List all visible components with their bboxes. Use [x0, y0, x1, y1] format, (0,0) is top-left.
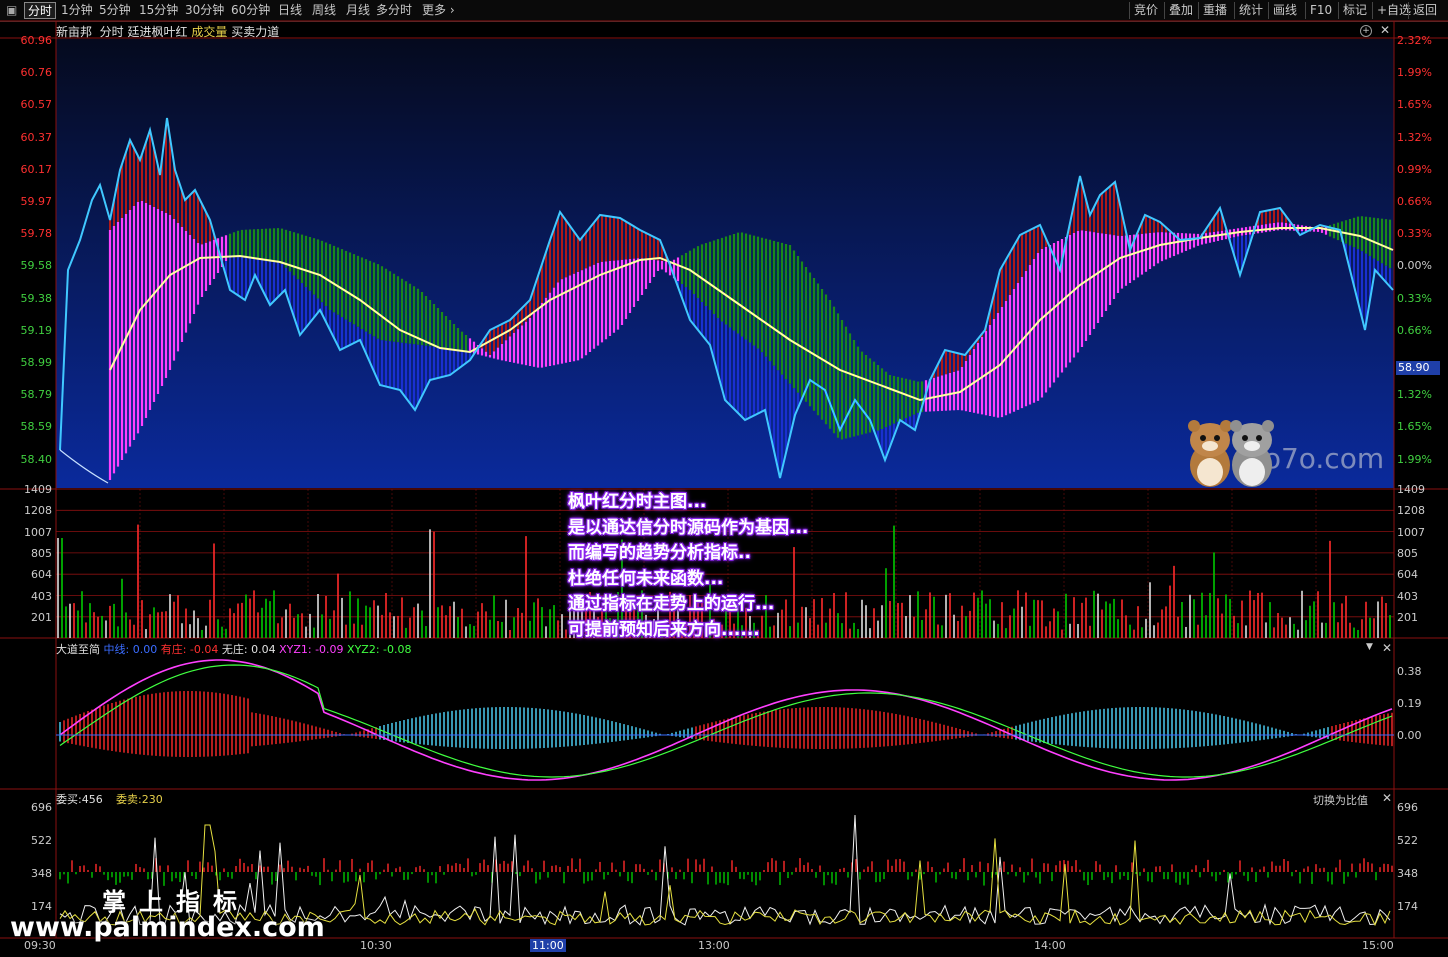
- volume-label: 1208: [24, 504, 52, 518]
- annotation-line: 通过指标在走势上的运行...: [568, 594, 775, 614]
- price-label: 60.17: [20, 162, 53, 176]
- order-axis-label: 696: [31, 801, 52, 814]
- percent-label: 2.32%: [1397, 34, 1432, 47]
- price-label: 59.97: [20, 195, 53, 208]
- current-price-tag: 58.90: [1396, 361, 1440, 375]
- order-axis-label: 348: [31, 867, 52, 880]
- indicator-axis-label: 0.19: [1397, 697, 1422, 710]
- watermark-url: www.palmindex.com: [10, 912, 325, 943]
- price-label: 58.99: [20, 356, 53, 369]
- price-label: 58.59: [20, 420, 53, 434]
- price-label: 58.40: [20, 452, 53, 466]
- indicator-item-value: -0.04: [189, 643, 222, 656]
- percent-label: 1.99%: [1397, 452, 1432, 466]
- volume-label-right: 1409: [1397, 483, 1425, 496]
- volume-label: 1409: [24, 483, 52, 496]
- indicator-name: 大道至简: [56, 643, 104, 656]
- volume-label-right: 1208: [1397, 504, 1425, 518]
- indicator-item-label: 中线:: [103, 643, 133, 656]
- switch-ratio-button[interactable]: 切换为比值: [1313, 792, 1368, 808]
- indicator-item-label: 有庄:: [160, 643, 190, 656]
- chart-canvas: [0, 20, 1448, 939]
- annotation-line: 枫叶红分时主图...: [568, 492, 707, 512]
- time-label: 13:00: [698, 939, 730, 952]
- sell-line: [59, 824, 1391, 927]
- percent-label: 1.32%: [1397, 130, 1432, 144]
- indicator-panel-header: 大道至简 中线: 0.00 有庄: -0.04 无庄: 0.04 XYZ1: -…: [56, 641, 412, 657]
- percent-label: 0.66%: [1397, 323, 1432, 337]
- price-label: 60.57: [20, 98, 53, 112]
- order-axis-label-right: 174: [1397, 900, 1418, 913]
- percent-label: 1.32%: [1397, 388, 1432, 402]
- volume-label: 403: [31, 589, 52, 603]
- annotation-text: 枫叶红分时主图... 是以通达信分时源码作为基因... 而编写的趋势分析指标.. 杜绝…: [568, 490, 808, 643]
- dropdown-icon[interactable]: ▼: [1366, 642, 1373, 652]
- price-label: 59.78: [20, 227, 53, 241]
- volume-label: 805: [31, 546, 52, 560]
- order-axis-label: 522: [31, 834, 52, 847]
- volume-label: 201: [31, 610, 52, 624]
- percent-label: 0.33%: [1397, 227, 1432, 241]
- buy-label: 委买:456: [56, 793, 103, 806]
- volume-label-right: 604: [1397, 568, 1418, 582]
- price-label: 60.37: [20, 130, 53, 144]
- annotation-line: 是以通达信分时源码作为基因...: [568, 517, 809, 538]
- indicator-item-label: 无庄:: [221, 643, 252, 656]
- percent-label: 1.99%: [1397, 66, 1432, 80]
- volume-label-right: 201: [1397, 610, 1418, 624]
- indicator-item-value: -0.09: [315, 643, 348, 656]
- volume-label-right: 403: [1397, 589, 1418, 603]
- percent-label: 0.00%: [1397, 259, 1432, 273]
- order-axis-label-right: 696: [1397, 801, 1418, 814]
- annotation-line: 杜绝任何未来函数...: [568, 568, 724, 589]
- site-watermark: 6o7o.com: [1246, 442, 1385, 475]
- order-axis-label-right: 522: [1397, 834, 1418, 847]
- indicator-item-value: 0.04: [251, 643, 280, 656]
- close-panel-icon[interactable]: ✕: [1382, 641, 1392, 655]
- time-label: 14:00: [1034, 939, 1066, 952]
- percent-label: 0.66%: [1397, 195, 1432, 208]
- annotation-line: 而编写的趋势分析指标..: [568, 543, 751, 563]
- time-label: 10:30: [360, 939, 392, 952]
- price-label: 58.79: [20, 388, 53, 402]
- percent-label: 1.65%: [1397, 420, 1432, 434]
- volume-label-right: 1007: [1397, 525, 1425, 539]
- annotation-line: 可提前预知后来方向......: [568, 619, 760, 640]
- time-label: 11:00: [530, 939, 566, 952]
- volume-label: 604: [31, 568, 52, 582]
- price-label: 59.38: [20, 291, 53, 305]
- time-label: 15:00: [1362, 939, 1394, 952]
- indicator-item-value: -0.08: [383, 643, 412, 656]
- price-label: 59.19: [20, 323, 53, 337]
- indicator-item-label: XYZ1:: [279, 643, 316, 656]
- percent-label: 0.33%: [1397, 291, 1432, 305]
- price-label: 59.58: [20, 259, 53, 273]
- indicator-axis-label: 0.38: [1397, 665, 1422, 678]
- volume-label-right: 805: [1397, 546, 1418, 560]
- percent-label: 0.99%: [1397, 162, 1432, 176]
- indicator-item-value: 0.00: [132, 643, 161, 656]
- indicator-axis-label: 0.00: [1397, 729, 1422, 742]
- percent-label: 1.65%: [1397, 98, 1432, 112]
- price-label: 60.76: [20, 66, 53, 80]
- volume-label: 1007: [24, 525, 52, 539]
- order-axis-label-right: 348: [1397, 867, 1418, 880]
- indicator-item-label: XYZ2:: [347, 643, 384, 656]
- price-label: 60.96: [20, 34, 53, 47]
- close-order-icon[interactable]: ✕: [1382, 791, 1392, 805]
- sell-label: 委卖:230: [116, 793, 163, 806]
